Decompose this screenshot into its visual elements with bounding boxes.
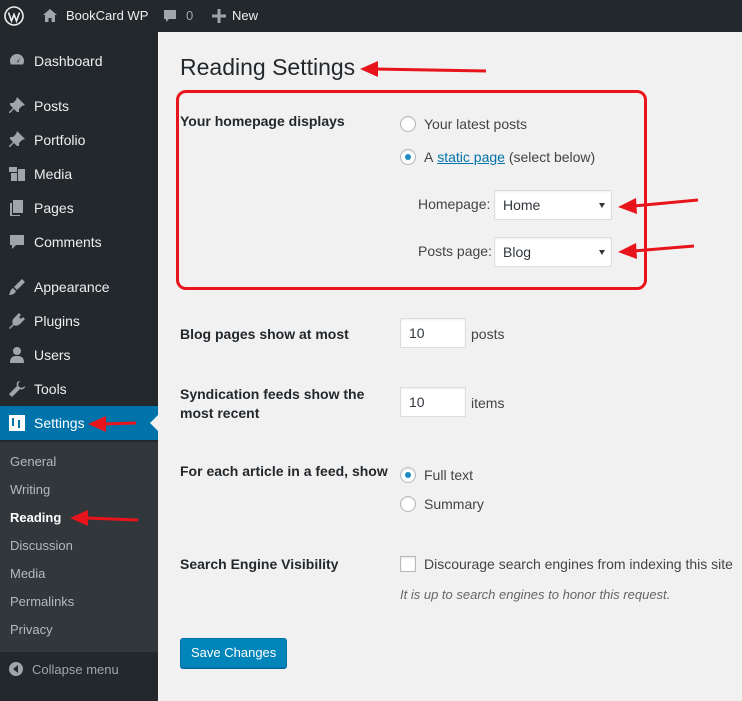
syndication-input[interactable]: 10: [400, 387, 466, 417]
radio-summary[interactable]: Summary: [400, 496, 484, 512]
sidebar-item-posts[interactable]: Posts: [0, 89, 158, 123]
comment-count: 0: [186, 8, 194, 23]
comments-link[interactable]: 0: [162, 0, 193, 32]
sidebar-item-settings[interactable]: Settings: [0, 406, 158, 440]
submenu-item-reading[interactable]: Reading: [10, 510, 61, 525]
syndication-unit: items: [471, 395, 505, 411]
wordpress-logo-icon[interactable]: [4, 0, 26, 32]
sidebar-item-label: Portfolio: [34, 132, 86, 148]
sidebar-item-media[interactable]: Media: [0, 157, 158, 191]
sidebar-item-label: Comments: [34, 234, 102, 250]
settings-icon: [7, 413, 27, 433]
page-title: Reading Settings: [180, 54, 356, 80]
radio-label: Summary: [424, 496, 484, 512]
sidebar-item-label: Plugins: [34, 313, 80, 329]
submenu-item-general[interactable]: General: [10, 454, 56, 469]
new-label: New: [232, 8, 259, 23]
submenu-item-privacy[interactable]: Privacy: [10, 622, 53, 637]
sidebar-item-comments[interactable]: Comments: [0, 225, 158, 259]
annotation-highlight-box: [176, 90, 647, 290]
plus-icon: [212, 9, 226, 23]
submenu-item-media[interactable]: Media: [10, 566, 45, 581]
feed-article-label: For each article in a feed, show: [180, 463, 388, 479]
sidebar-item-label: Appearance: [34, 279, 110, 295]
brush-icon: [7, 277, 27, 297]
sidebar-item-label: Users: [34, 347, 71, 363]
pages-icon: [7, 198, 27, 218]
media-icon: [7, 164, 27, 184]
wrench-icon: [7, 379, 27, 399]
radio-full-text[interactable]: Full text: [400, 467, 473, 483]
admin-sidebar: Dashboard Posts Portfolio Media Pages Co…: [0, 32, 158, 701]
home-icon: [42, 8, 58, 24]
site-name-link[interactable]: BookCard WP: [42, 0, 148, 32]
submenu-item-writing[interactable]: Writing: [10, 482, 50, 497]
sidebar-item-users[interactable]: Users: [0, 338, 158, 372]
blog-pages-unit: posts: [471, 326, 505, 342]
pin-icon: [7, 96, 27, 116]
site-name: BookCard WP: [66, 8, 149, 23]
dashboard-icon: [7, 51, 27, 71]
sidebar-item-label: Settings: [34, 415, 85, 431]
sidebar-item-tools[interactable]: Tools: [0, 372, 158, 406]
admin-bar: BookCard WP 0 New: [0, 0, 742, 32]
blog-pages-input[interactable]: 10: [400, 318, 466, 348]
blog-pages-label: Blog pages show at most: [180, 326, 349, 342]
settings-submenu: General Writing Reading Discussion Media…: [0, 442, 158, 652]
collapse-menu-button[interactable]: Collapse menu: [0, 652, 158, 686]
sidebar-item-dashboard[interactable]: Dashboard: [0, 44, 158, 78]
search-visibility-description: It is up to search engines to honor this…: [400, 587, 671, 602]
discourage-search-checkbox-row[interactable]: Discourage search engines from indexing …: [400, 556, 733, 572]
syndication-label: Syndication feeds show the most recent: [180, 386, 365, 421]
new-content-link[interactable]: New: [212, 0, 258, 32]
radio-button[interactable]: [400, 467, 416, 483]
save-changes-button[interactable]: Save Changes: [180, 638, 288, 668]
collapse-menu-label: Collapse menu: [32, 661, 119, 677]
discourage-search-checkbox[interactable]: [400, 556, 416, 572]
sidebar-item-appearance[interactable]: Appearance: [0, 270, 158, 304]
sidebar-item-label: Media: [34, 166, 73, 182]
collapse-arrow-icon: [8, 661, 24, 677]
sidebar-item-plugins[interactable]: Plugins: [0, 304, 158, 338]
submenu-item-discussion[interactable]: Discussion: [10, 538, 73, 553]
radio-label: Full text: [424, 467, 474, 483]
sidebar-item-label: Pages: [34, 200, 74, 216]
pin-icon: [7, 130, 27, 150]
search-visibility-label: Search Engine Visibility: [180, 556, 339, 572]
checkbox-label: Discourage search engines from indexing …: [424, 556, 733, 572]
user-icon: [7, 345, 27, 365]
sidebar-item-label: Tools: [34, 381, 67, 397]
comment-icon: [162, 8, 178, 24]
sidebar-item-portfolio[interactable]: Portfolio: [0, 123, 158, 157]
comment-icon: [7, 232, 27, 252]
sidebar-item-pages[interactable]: Pages: [0, 191, 158, 225]
sidebar-item-label: Posts: [34, 98, 70, 114]
sidebar-item-label: Dashboard: [34, 53, 103, 69]
radio-button[interactable]: [400, 496, 416, 512]
plugin-icon: [7, 311, 27, 331]
submenu-item-permalinks[interactable]: Permalinks: [10, 594, 74, 609]
